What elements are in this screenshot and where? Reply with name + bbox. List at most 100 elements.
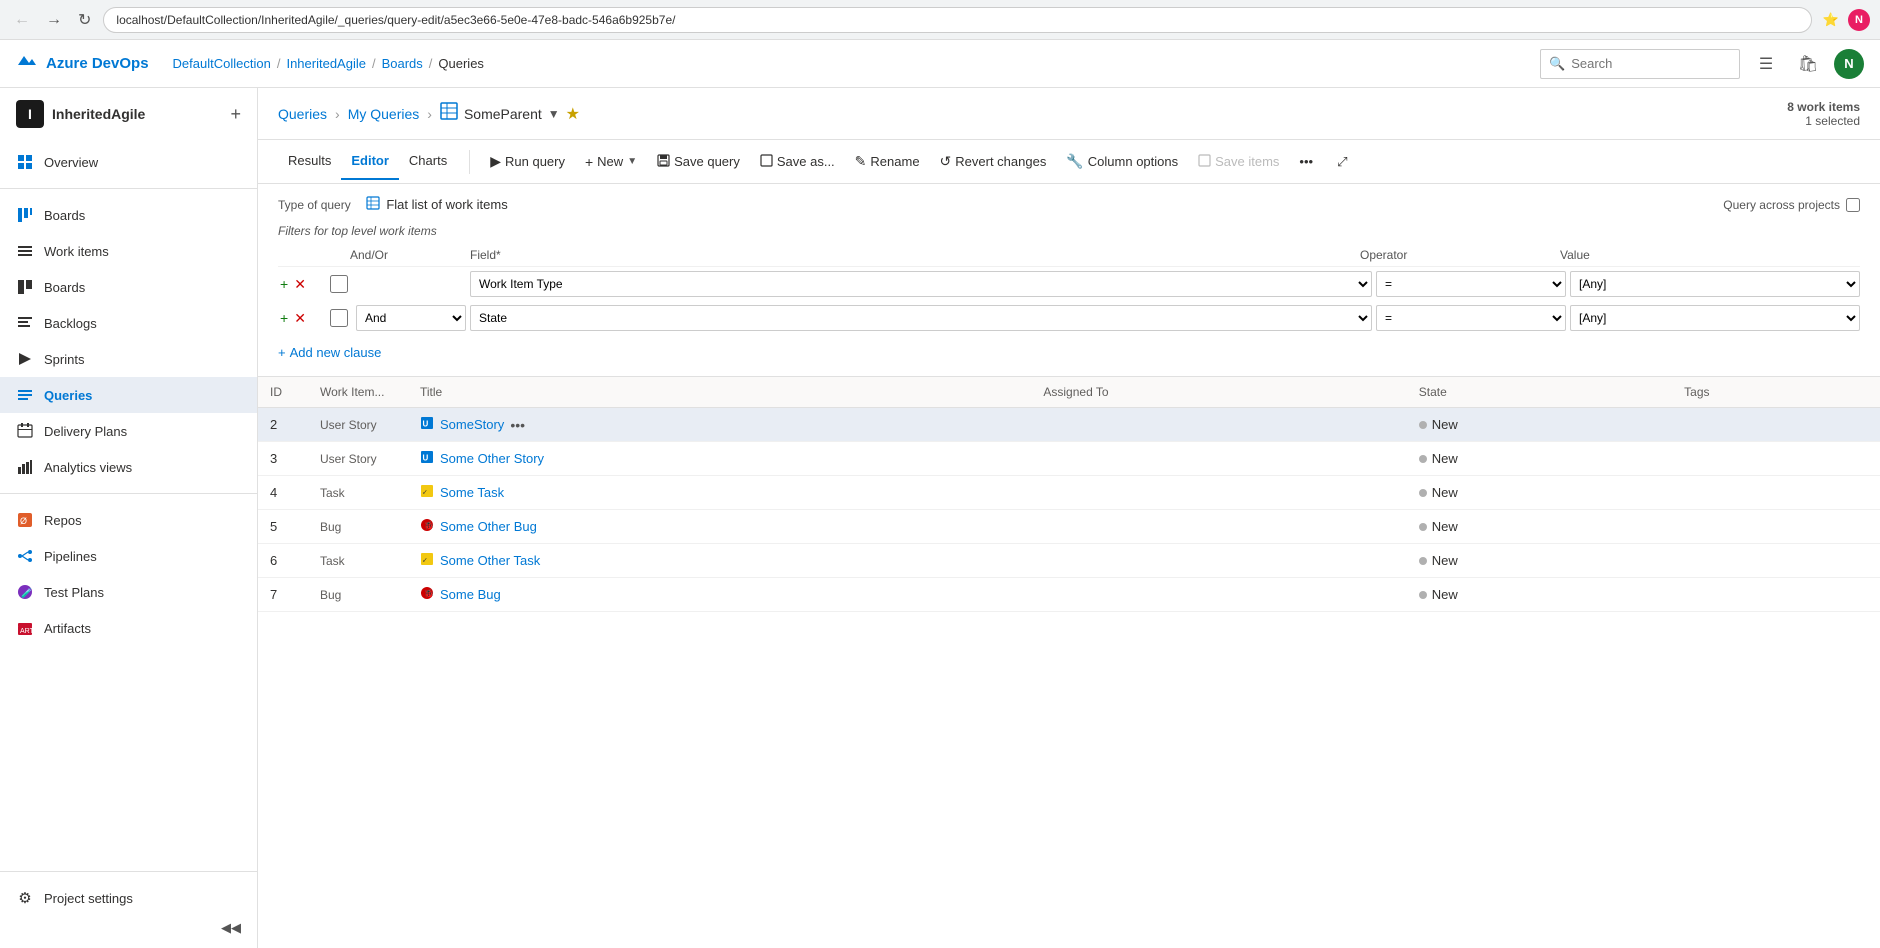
col-header-wi-type[interactable]: Work Item...	[308, 377, 408, 408]
sidebar-item-backlogs[interactable]: Backlogs	[0, 305, 257, 341]
logo-text[interactable]: Azure DevOps	[46, 55, 149, 72]
breadcrumb-boards[interactable]: Boards	[382, 56, 423, 71]
sidebar-item-work-items[interactable]: Work items	[0, 233, 257, 269]
filter-row-2-delete-button[interactable]: ✕	[292, 308, 308, 329]
filter-row-1-field-select[interactable]: Work Item Type	[470, 271, 1372, 297]
run-query-button[interactable]: ▶ Run query	[482, 147, 573, 177]
new-button[interactable]: + New ▼	[577, 147, 645, 177]
row-tags	[1672, 476, 1880, 510]
revert-changes-button[interactable]: ↺ Revert changes	[932, 147, 1055, 177]
rename-button[interactable]: ✎ Rename	[847, 147, 928, 177]
filter-row-1-add-button[interactable]: +	[278, 274, 290, 294]
expand-button[interactable]: ⤢	[1329, 147, 1355, 177]
sidebar-item-project-settings[interactable]: ⚙ Project settings	[0, 880, 257, 916]
row-type-icon: ✓	[420, 552, 434, 569]
row-title-link[interactable]: Some Other Bug	[440, 519, 537, 534]
col-header-id[interactable]: ID	[258, 377, 308, 408]
sidebar-item-overview[interactable]: Overview	[0, 144, 257, 180]
col-header-assigned[interactable]: Assigned To	[1031, 377, 1406, 408]
filter-row-2-checkbox[interactable]	[330, 309, 348, 327]
sidebar-item-boards-heading[interactable]: Boards	[0, 197, 257, 233]
tab-charts[interactable]: Charts	[399, 144, 457, 180]
state-label: New	[1432, 485, 1458, 500]
sidebar-item-boards[interactable]: Boards	[0, 269, 257, 305]
col-header-tags[interactable]: Tags	[1672, 377, 1880, 408]
row-title: U SomeStory •••	[408, 408, 1031, 442]
sidebar-item-sprints[interactable]: Sprints	[0, 341, 257, 377]
breadcrumb-inherited-agile[interactable]: InheritedAgile	[286, 56, 366, 71]
sidebar-item-analytics-views[interactable]: Analytics views	[0, 449, 257, 485]
tab-results[interactable]: Results	[278, 144, 341, 180]
sidebar-item-repos[interactable]: Ø Repos	[0, 502, 257, 538]
sidebar-item-test-plans[interactable]: 🧪 Test Plans	[0, 574, 257, 610]
backlogs-label: Backlogs	[44, 316, 241, 331]
analytics-views-icon	[16, 458, 34, 476]
table-row[interactable]: 5 Bug 🐞 Some Other Bug New	[258, 510, 1880, 544]
settings-icon-sidebar: ⚙	[16, 889, 34, 907]
sidebar-collapse-button[interactable]: ◀◀	[0, 916, 257, 940]
breadcrumb-my-queries-link[interactable]: My Queries	[348, 106, 420, 122]
row-title-link[interactable]: Some Other Story	[440, 451, 544, 466]
col-operator-header: Operator	[1360, 248, 1560, 262]
user-avatar[interactable]: N	[1834, 49, 1864, 79]
state-label: New	[1432, 451, 1458, 466]
row-type-icon: U	[420, 450, 434, 467]
breadcrumb-default-collection[interactable]: DefaultCollection	[173, 56, 271, 71]
filter-row-2-operator-select[interactable]: =	[1376, 305, 1566, 331]
sidebar-item-pipelines[interactable]: Pipelines	[0, 538, 257, 574]
settings-icon[interactable]: ☰	[1750, 48, 1782, 80]
sidebar-item-queries[interactable]: Queries	[0, 377, 257, 413]
col-header-title[interactable]: Title	[408, 377, 1031, 408]
add-project-button[interactable]: +	[230, 104, 241, 125]
save-as-button[interactable]: Save as...	[752, 147, 843, 177]
row-title: 🐞 Some Other Bug	[408, 510, 1031, 544]
artifacts-label: Artifacts	[44, 621, 241, 636]
save-items-button[interactable]: Save items	[1190, 147, 1287, 177]
profile-icon[interactable]: N	[1848, 9, 1870, 31]
address-bar[interactable]	[103, 7, 1812, 33]
back-button[interactable]: ←	[10, 9, 34, 31]
filter-row-1-value-select[interactable]: [Any]	[1570, 271, 1860, 297]
query-dropdown-chevron[interactable]: ▼	[548, 107, 560, 121]
tab-editor[interactable]: Editor	[341, 144, 399, 180]
sidebar-item-delivery-plans[interactable]: Delivery Plans	[0, 413, 257, 449]
row-title-link[interactable]: SomeStory	[440, 417, 504, 432]
save-query-button[interactable]: Save query	[649, 147, 748, 177]
filter-row-2-field-select[interactable]: State	[470, 305, 1372, 331]
more-options-button[interactable]: •••	[1291, 147, 1321, 177]
sidebar-item-artifacts[interactable]: ART Artifacts	[0, 610, 257, 646]
filter-row-2-value-select[interactable]: [Any]	[1570, 305, 1860, 331]
table-row[interactable]: 4 Task ✓ Some Task New	[258, 476, 1880, 510]
filter-header-row: Filters for top level work items	[278, 223, 1860, 238]
query-across-checkbox[interactable]	[1846, 198, 1860, 212]
row-title: ✓ Some Other Task	[408, 544, 1031, 578]
row-title-link[interactable]: Some Bug	[440, 587, 501, 602]
filter-row-1-delete-button[interactable]: ✕	[292, 274, 308, 295]
filter-row-2-add-button[interactable]: +	[278, 308, 290, 328]
add-clause-button[interactable]: + Add new clause	[278, 341, 381, 364]
state-dot-icon	[1419, 523, 1427, 531]
breadcrumb-queries-link[interactable]: Queries	[278, 106, 327, 122]
favorite-star[interactable]: ★	[566, 104, 580, 124]
row-more-button[interactable]: •••	[510, 417, 525, 433]
filter-row-2-andor-select[interactable]: And Or	[356, 305, 466, 331]
filter-row-1-operator-select[interactable]: =	[1376, 271, 1566, 297]
toolbar-separator-1	[469, 150, 470, 174]
table-row[interactable]: 2 User Story U SomeStory ••• New	[258, 408, 1880, 442]
analytics-views-label: Analytics views	[44, 460, 241, 475]
bookmark-icon[interactable]: ⭐	[1820, 9, 1842, 31]
col-header-state[interactable]: State	[1407, 377, 1672, 408]
shopping-bag-icon[interactable]: 🛍	[1792, 48, 1824, 80]
table-row[interactable]: 7 Bug 🐞 Some Bug New	[258, 578, 1880, 612]
svg-text:🐞: 🐞	[424, 520, 434, 530]
column-options-button[interactable]: 🔧 Column options	[1058, 147, 1186, 177]
reload-button[interactable]: ↻	[74, 8, 95, 32]
row-title-link[interactable]: Some Other Task	[440, 553, 540, 568]
row-title-link[interactable]: Some Task	[440, 485, 504, 500]
table-row[interactable]: 3 User Story U Some Other Story New	[258, 442, 1880, 476]
search-input[interactable]	[1571, 56, 1731, 71]
forward-button[interactable]: →	[42, 9, 66, 31]
filter-row-1-checkbox[interactable]	[330, 275, 348, 293]
top-nav-breadcrumb: DefaultCollection / InheritedAgile / Boa…	[173, 56, 484, 71]
table-row[interactable]: 6 Task ✓ Some Other Task New	[258, 544, 1880, 578]
